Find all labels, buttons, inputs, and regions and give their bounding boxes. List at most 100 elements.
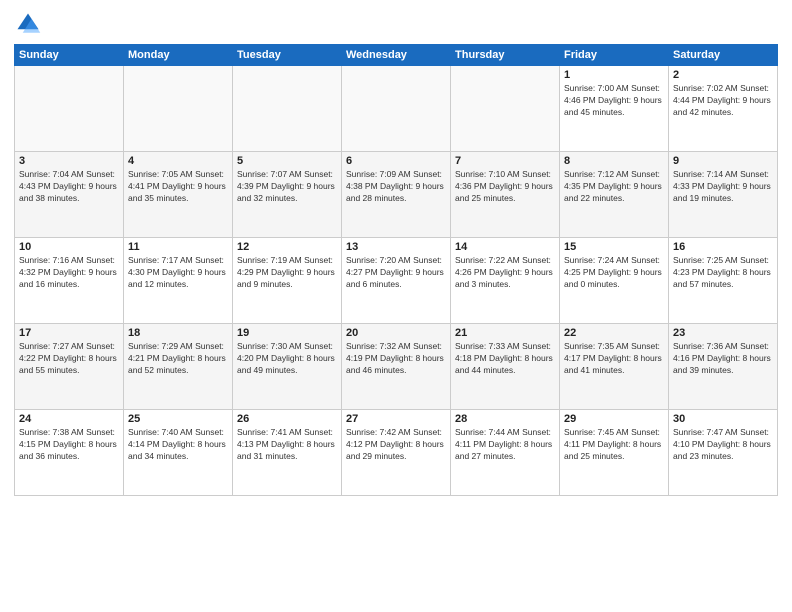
day-info: Sunrise: 7:00 AM Sunset: 4:46 PM Dayligh… [564,83,664,119]
weekday-monday: Monday [124,45,233,66]
calendar-cell: 8 Sunrise: 7:12 AM Sunset: 4:35 PM Daylig… [560,152,669,238]
day-number: 2 [673,69,773,81]
calendar-cell: 11 Sunrise: 7:17 AM Sunset: 4:30 PM Dayli… [124,238,233,324]
day-number: 16 [673,241,773,253]
day-info: Sunrise: 7:24 AM Sunset: 4:25 PM Dayligh… [564,255,664,291]
week-row-3: 10 Sunrise: 7:16 AM Sunset: 4:32 PM Dayli… [15,238,778,324]
day-info: Sunrise: 7:42 AM Sunset: 4:12 PM Dayligh… [346,427,446,463]
header [14,10,778,38]
calendar-cell: 23 Sunrise: 7:36 AM Sunset: 4:16 PM Dayli… [669,324,778,410]
day-info: Sunrise: 7:09 AM Sunset: 4:38 PM Dayligh… [346,169,446,205]
day-number: 13 [346,241,446,253]
calendar-cell: 29 Sunrise: 7:45 AM Sunset: 4:11 PM Dayli… [560,410,669,496]
day-number: 18 [128,327,228,339]
day-info: Sunrise: 7:12 AM Sunset: 4:35 PM Dayligh… [564,169,664,205]
calendar-table: SundayMondayTuesdayWednesdayThursdayFrid… [14,44,778,496]
weekday-saturday: Saturday [669,45,778,66]
week-row-5: 24Sunrise: 7:38 AM Sunset: 4:15 PM Dayli… [15,410,778,496]
page: SundayMondayTuesdayWednesdayThursdayFrid… [0,0,792,612]
calendar-cell: 14 Sunrise: 7:22 AM Sunset: 4:26 PM Dayli… [451,238,560,324]
day-info: Sunrise: 7:25 AM Sunset: 4:23 PM Dayligh… [673,255,773,291]
calendar-cell: 16 Sunrise: 7:25 AM Sunset: 4:23 PM Dayli… [669,238,778,324]
calendar-cell: 3 Sunrise: 7:04 AM Sunset: 4:43 PM Daylig… [15,152,124,238]
day-info: Sunrise: 7:19 AM Sunset: 4:29 PM Dayligh… [237,255,337,291]
day-number: 14 [455,241,555,253]
day-info: Sunrise: 7:47 AM Sunset: 4:10 PM Dayligh… [673,427,773,463]
day-info: Sunrise: 7:16 AM Sunset: 4:32 PM Dayligh… [19,255,119,291]
calendar-cell: 2 Sunrise: 7:02 AM Sunset: 4:44 PM Daylig… [669,66,778,152]
calendar-cell: 10 Sunrise: 7:16 AM Sunset: 4:32 PM Dayli… [15,238,124,324]
day-info: Sunrise: 7:40 AM Sunset: 4:14 PM Dayligh… [128,427,228,463]
calendar-cell: 13 Sunrise: 7:20 AM Sunset: 4:27 PM Dayli… [342,238,451,324]
day-info: Sunrise: 7:04 AM Sunset: 4:43 PM Dayligh… [19,169,119,205]
day-number: 30 [673,413,773,425]
weekday-sunday: Sunday [15,45,124,66]
calendar-cell: 25 Sunrise: 7:40 AM Sunset: 4:14 PM Dayli… [124,410,233,496]
day-number: 11 [128,241,228,253]
weekday-friday: Friday [560,45,669,66]
calendar-cell: 7 Sunrise: 7:10 AM Sunset: 4:36 PM Daylig… [451,152,560,238]
day-number: 15 [564,241,664,253]
logo-icon [14,10,42,38]
day-info: Sunrise: 7:44 AM Sunset: 4:11 PM Dayligh… [455,427,555,463]
day-info: Sunrise: 7:02 AM Sunset: 4:44 PM Dayligh… [673,83,773,119]
day-number: 26 [237,413,337,425]
calendar-cell: 26 Sunrise: 7:41 AM Sunset: 4:13 PM Dayli… [233,410,342,496]
day-number: 27 [346,413,446,425]
day-info: Sunrise: 7:45 AM Sunset: 4:11 PM Dayligh… [564,427,664,463]
calendar-cell: 5 Sunrise: 7:07 AM Sunset: 4:39 PM Daylig… [233,152,342,238]
day-number: 29 [564,413,664,425]
calendar-cell: 1 Sunrise: 7:00 AM Sunset: 4:46 PM Daylig… [560,66,669,152]
day-number: 8 [564,155,664,167]
day-info: Sunrise: 7:20 AM Sunset: 4:27 PM Dayligh… [346,255,446,291]
day-info: Sunrise: 7:17 AM Sunset: 4:30 PM Dayligh… [128,255,228,291]
week-row-4: 17 Sunrise: 7:27 AM Sunset: 4:22 PM Dayli… [15,324,778,410]
day-number: 10 [19,241,119,253]
calendar-cell: 6 Sunrise: 7:09 AM Sunset: 4:38 PM Daylig… [342,152,451,238]
calendar-cell: 24Sunrise: 7:38 AM Sunset: 4:15 PM Dayli… [15,410,124,496]
day-number: 23 [673,327,773,339]
day-number: 7 [455,155,555,167]
calendar-cell: 28Sunrise: 7:44 AM Sunset: 4:11 PM Dayli… [451,410,560,496]
calendar-cell: 18 Sunrise: 7:29 AM Sunset: 4:21 PM Dayli… [124,324,233,410]
day-number: 19 [237,327,337,339]
day-info: Sunrise: 7:36 AM Sunset: 4:16 PM Dayligh… [673,341,773,377]
day-number: 1 [564,69,664,81]
day-info: Sunrise: 7:41 AM Sunset: 4:13 PM Dayligh… [237,427,337,463]
calendar-cell: 20 Sunrise: 7:32 AM Sunset: 4:19 PM Dayli… [342,324,451,410]
calendar-cell: 17 Sunrise: 7:27 AM Sunset: 4:22 PM Dayli… [15,324,124,410]
calendar-cell [451,66,560,152]
calendar-cell [124,66,233,152]
calendar-cell: 4 Sunrise: 7:05 AM Sunset: 4:41 PM Daylig… [124,152,233,238]
weekday-wednesday: Wednesday [342,45,451,66]
day-info: Sunrise: 7:27 AM Sunset: 4:22 PM Dayligh… [19,341,119,377]
day-number: 3 [19,155,119,167]
calendar-cell: 22 Sunrise: 7:35 AM Sunset: 4:17 PM Dayli… [560,324,669,410]
day-number: 21 [455,327,555,339]
day-info: Sunrise: 7:35 AM Sunset: 4:17 PM Dayligh… [564,341,664,377]
day-number: 5 [237,155,337,167]
day-info: Sunrise: 7:32 AM Sunset: 4:19 PM Dayligh… [346,341,446,377]
day-info: Sunrise: 7:30 AM Sunset: 4:20 PM Dayligh… [237,341,337,377]
day-info: Sunrise: 7:05 AM Sunset: 4:41 PM Dayligh… [128,169,228,205]
day-number: 6 [346,155,446,167]
day-number: 9 [673,155,773,167]
week-row-1: 1 Sunrise: 7:00 AM Sunset: 4:46 PM Daylig… [15,66,778,152]
day-number: 20 [346,327,446,339]
calendar-cell [342,66,451,152]
day-info: Sunrise: 7:10 AM Sunset: 4:36 PM Dayligh… [455,169,555,205]
day-number: 22 [564,327,664,339]
calendar-cell [15,66,124,152]
day-number: 12 [237,241,337,253]
calendar-cell: 19 Sunrise: 7:30 AM Sunset: 4:20 PM Dayli… [233,324,342,410]
day-info: Sunrise: 7:14 AM Sunset: 4:33 PM Dayligh… [673,169,773,205]
day-number: 4 [128,155,228,167]
weekday-header-row: SundayMondayTuesdayWednesdayThursdayFrid… [15,45,778,66]
day-info: Sunrise: 7:22 AM Sunset: 4:26 PM Dayligh… [455,255,555,291]
weekday-thursday: Thursday [451,45,560,66]
day-info: Sunrise: 7:07 AM Sunset: 4:39 PM Dayligh… [237,169,337,205]
day-number: 25 [128,413,228,425]
day-info: Sunrise: 7:29 AM Sunset: 4:21 PM Dayligh… [128,341,228,377]
day-number: 17 [19,327,119,339]
logo [14,10,44,38]
